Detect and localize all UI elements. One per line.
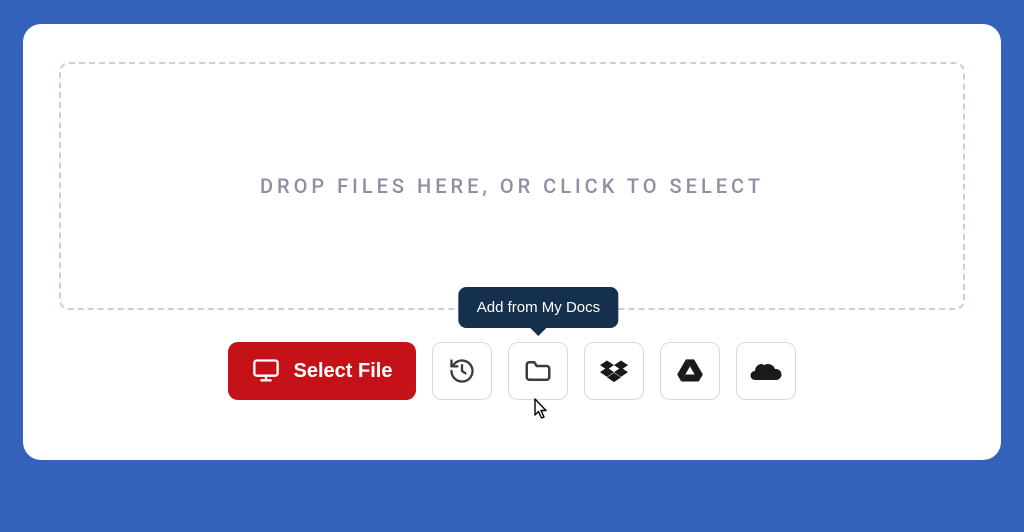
- select-file-button[interactable]: Select File: [228, 342, 417, 400]
- select-file-label: Select File: [294, 360, 393, 383]
- monitor-icon: [252, 357, 280, 385]
- google-drive-icon: [676, 357, 704, 385]
- upload-card: DROP FILES HERE, OR CLICK TO SELECT Sele…: [23, 24, 1001, 460]
- history-icon: [448, 357, 476, 385]
- my-docs-button[interactable]: Add from My Docs: [508, 342, 568, 400]
- dropbox-icon: [600, 357, 628, 385]
- onedrive-icon: [750, 361, 782, 381]
- dropzone-text: DROP FILES HERE, OR CLICK TO SELECT: [260, 174, 764, 198]
- tooltip: Add from My Docs: [459, 287, 618, 328]
- actions-row: Select File Add from My Docs: [59, 342, 965, 400]
- folder-icon: [523, 356, 553, 386]
- history-button[interactable]: [432, 342, 492, 400]
- cursor-icon: [526, 397, 550, 425]
- google-drive-button[interactable]: [660, 342, 720, 400]
- tooltip-text: Add from My Docs: [477, 299, 600, 316]
- dropbox-button[interactable]: [584, 342, 644, 400]
- dropzone[interactable]: DROP FILES HERE, OR CLICK TO SELECT: [59, 62, 965, 310]
- onedrive-button[interactable]: [736, 342, 796, 400]
